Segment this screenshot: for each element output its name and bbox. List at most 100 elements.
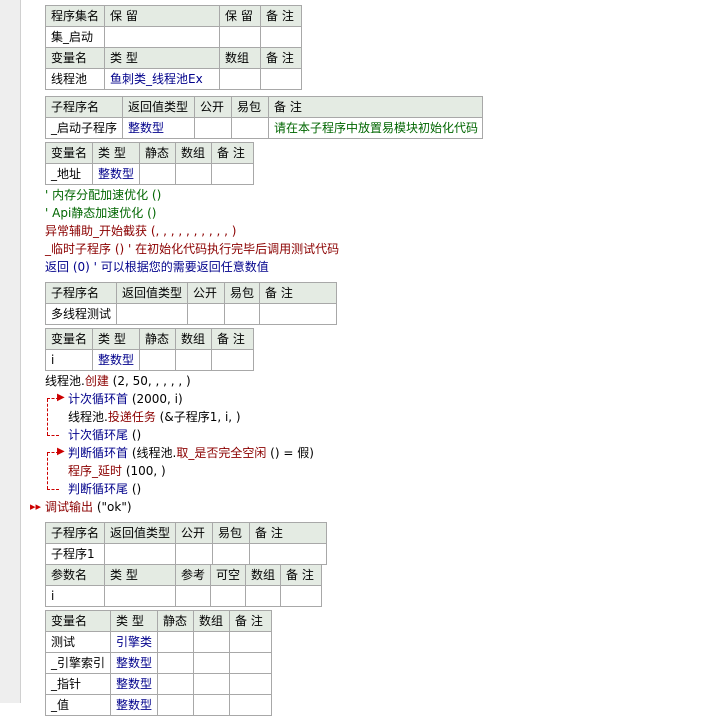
code-line-call[interactable]: 异常辅助_开始截获 (, , , , , , , , , , ): [45, 222, 236, 240]
cell[interactable]: [211, 349, 254, 371]
table-row[interactable]: 多线程测试: [45, 303, 337, 325]
type-cell[interactable]: 整数型: [110, 652, 158, 674]
cell[interactable]: [175, 349, 212, 371]
cell[interactable]: [175, 543, 213, 565]
table-header-row: 子程序名 返回值类型 公开 易包 备 注: [45, 282, 337, 304]
cell[interactable]: [245, 585, 281, 607]
type-cell[interactable]: 整数型: [92, 349, 140, 371]
cell[interactable]: [104, 585, 176, 607]
cell[interactable]: [260, 68, 302, 90]
sub-multithread-vars-table[interactable]: 变量名 类 型 静态 数组 备 注 i 整数型: [45, 328, 254, 371]
header-cell: 保 留: [104, 5, 220, 27]
sub1-table[interactable]: 子程序名 返回值类型 公开 易包 备 注 子程序1: [45, 522, 327, 565]
table-row[interactable]: _指针 整数型: [45, 673, 272, 695]
variable-name-cell[interactable]: _值: [45, 694, 111, 716]
table-row[interactable]: i 整数型: [45, 349, 254, 371]
header-cell: 类 型: [92, 328, 140, 350]
cell[interactable]: [104, 543, 176, 565]
cell[interactable]: [280, 585, 322, 607]
code-line-create[interactable]: 线程池.创建 (2, 50, , , , , ): [45, 372, 191, 390]
sub-name-cell[interactable]: 多线程测试: [45, 303, 117, 325]
sub-start-table[interactable]: 子程序名 返回值类型 公开 易包 备 注 _启动子程序 整数型 请在本子程序中放…: [45, 96, 483, 139]
cell[interactable]: [212, 543, 250, 565]
variable-name-cell[interactable]: 线程池: [45, 68, 105, 90]
cell[interactable]: [193, 631, 230, 653]
cell[interactable]: [259, 303, 337, 325]
cell[interactable]: [229, 673, 272, 695]
remark-cell[interactable]: 请在本子程序中放置易模块初始化代码: [268, 117, 483, 139]
cell[interactable]: [175, 163, 212, 185]
code-line-judge-tail[interactable]: 判断循环尾 (): [68, 480, 141, 498]
code-line-delay[interactable]: 程序_延时 (100, ): [68, 462, 166, 480]
cell[interactable]: [157, 631, 194, 653]
code-line-comment[interactable]: ' Api静态加速优化 (): [45, 204, 156, 222]
code-line-loop-tail[interactable]: 计次循环尾 (): [68, 426, 141, 444]
code-line-loop-head[interactable]: 计次循环首 (2000, i): [68, 390, 183, 408]
cell[interactable]: [219, 68, 261, 90]
table-row[interactable]: i: [45, 585, 322, 607]
sub1-vars-table[interactable]: 变量名 类 型 静态 数组 备 注 测试 引擎类 _引擎索引 整数型 _指针 整…: [45, 610, 272, 716]
code-line-post-task[interactable]: 线程池.投递任务 (&子程序1, i, ): [68, 408, 241, 426]
cell[interactable]: [139, 349, 176, 371]
cell[interactable]: [187, 303, 225, 325]
return-type-cell[interactable]: 整数型: [122, 117, 195, 139]
code-line-judge-head[interactable]: 判断循环首 (线程池.取_是否完全空闲 () = 假): [68, 444, 314, 462]
type-cell[interactable]: 引擎类: [110, 631, 158, 653]
code-line-debug-output[interactable]: 调试输出 ("ok"): [45, 498, 132, 516]
cell[interactable]: [194, 117, 232, 139]
program-set-name-cell[interactable]: 集_启动: [45, 26, 105, 48]
type-cell[interactable]: 鱼刺类_线程池Ex: [104, 68, 220, 90]
param-name-cell[interactable]: i: [45, 585, 105, 607]
sub-name-cell[interactable]: 子程序1: [45, 543, 105, 565]
table-row[interactable]: _启动子程序 整数型 请在本子程序中放置易模块初始化代码: [45, 117, 483, 139]
cell[interactable]: [157, 673, 194, 695]
code-line-return[interactable]: 返回 (0) ' 可以根据您的需要返回任意数值: [45, 258, 269, 276]
type-cell[interactable]: 整数型: [92, 163, 140, 185]
sub-multithread-table[interactable]: 子程序名 返回值类型 公开 易包 备 注 多线程测试: [45, 282, 337, 325]
cell[interactable]: [193, 652, 230, 674]
args: (100, ): [122, 464, 166, 478]
cell[interactable]: [175, 585, 211, 607]
header-cell: 参数名: [45, 564, 105, 586]
sub1-params-table[interactable]: 参数名 类 型 参考 可空 数组 备 注 i: [45, 564, 322, 607]
table-row[interactable]: _地址 整数型: [45, 163, 254, 185]
cell[interactable]: [210, 585, 246, 607]
cell[interactable]: [139, 163, 176, 185]
cell[interactable]: [116, 303, 188, 325]
cell[interactable]: [193, 694, 230, 716]
cell[interactable]: [229, 694, 272, 716]
variable-name-cell[interactable]: 测试: [45, 631, 111, 653]
cell[interactable]: [224, 303, 260, 325]
type-cell[interactable]: 整数型: [110, 673, 158, 695]
cell[interactable]: [260, 26, 302, 48]
sub-start-vars-table[interactable]: 变量名 类 型 静态 数组 备 注 _地址 整数型: [45, 142, 254, 185]
table-row[interactable]: 子程序1: [45, 543, 327, 565]
type-cell[interactable]: 整数型: [110, 694, 158, 716]
cell[interactable]: [231, 117, 269, 139]
code-line-comment[interactable]: ' 内存分配加速优化 (): [45, 186, 161, 204]
cell[interactable]: [211, 163, 254, 185]
table-header-row: 变量名 类 型 数组 备 注: [45, 47, 302, 69]
cell[interactable]: [157, 694, 194, 716]
cell[interactable]: [193, 673, 230, 695]
cell[interactable]: [229, 652, 272, 674]
table-row[interactable]: _值 整数型: [45, 694, 272, 716]
cell[interactable]: [157, 652, 194, 674]
header-cell: 数组: [219, 47, 261, 69]
table-row[interactable]: _引擎索引 整数型: [45, 652, 272, 674]
editor-gutter: [0, 0, 20, 703]
variable-name-cell[interactable]: i: [45, 349, 93, 371]
cell[interactable]: [249, 543, 327, 565]
sub-name-cell[interactable]: _启动子程序: [45, 117, 123, 139]
code-line-call[interactable]: _临时子程序 () ' 在初始化代码执行完毕后调用测试代码: [45, 240, 339, 258]
table-row[interactable]: 线程池 鱼刺类_线程池Ex: [45, 68, 302, 90]
variable-name-cell[interactable]: _地址: [45, 163, 93, 185]
table-row[interactable]: 集_启动: [45, 26, 302, 48]
program-set-table[interactable]: 程序集名 保 留 保 留 备 注 集_启动 变量名 类 型 数组 备 注 线程池…: [45, 5, 302, 90]
cell[interactable]: [104, 26, 220, 48]
table-row[interactable]: 测试 引擎类: [45, 631, 272, 653]
cell[interactable]: [229, 631, 272, 653]
variable-name-cell[interactable]: _指针: [45, 673, 111, 695]
cell[interactable]: [219, 26, 261, 48]
variable-name-cell[interactable]: _引擎索引: [45, 652, 111, 674]
